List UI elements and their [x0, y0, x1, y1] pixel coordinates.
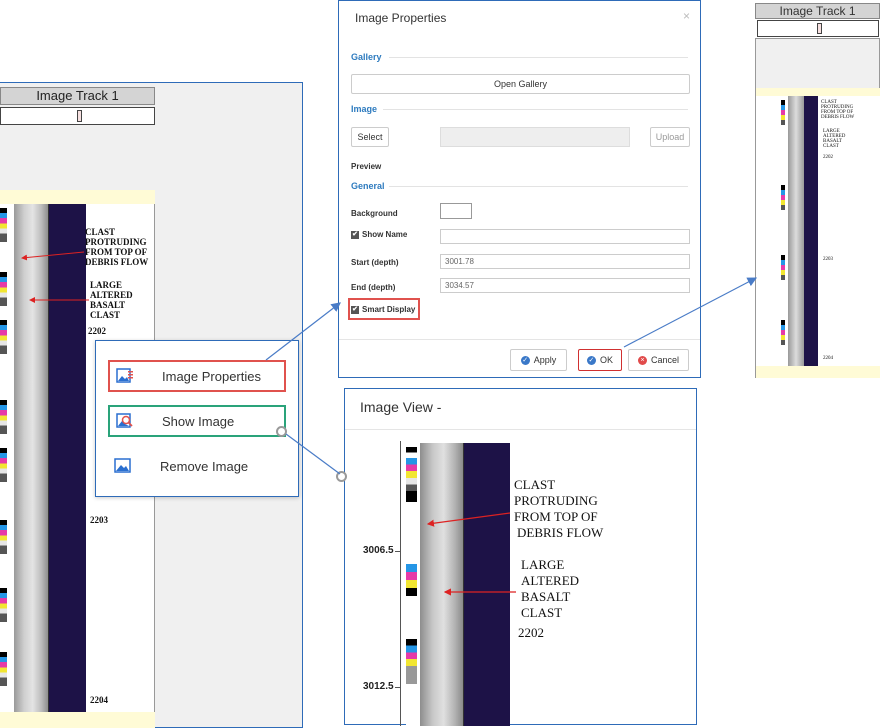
image-view-title: Image View -	[360, 399, 442, 415]
connector-dot	[276, 426, 287, 437]
start-depth-input[interactable]: 3001.78	[440, 254, 690, 269]
right-track-slider[interactable]	[757, 20, 879, 37]
menu-item-label: Image Properties	[162, 368, 261, 384]
select-button[interactable]: Select	[351, 127, 389, 147]
color-calibration-bar	[781, 185, 785, 210]
connector-dot	[336, 471, 347, 482]
menu-item-label: Show Image	[162, 413, 235, 429]
menu-item-show-image[interactable]: Show Image	[108, 405, 286, 437]
depth-tick-label: 3006.5	[363, 545, 394, 556]
track-title: Image Track 1	[0, 87, 155, 105]
core-annotation: LARGE ALTERED BASALT CLAST	[823, 129, 846, 149]
background-label: Background	[351, 209, 398, 218]
show-name-checkbox[interactable]: ✔ Show Name	[351, 230, 407, 239]
footer-divider	[339, 339, 700, 340]
depth-number: 2204	[823, 356, 833, 361]
slider-handle[interactable]	[817, 23, 822, 34]
color-calibration-bar	[0, 272, 7, 306]
right-track-title: Image Track 1	[755, 3, 880, 19]
color-calibration-bar	[0, 588, 7, 622]
check-circle-icon: ✓	[520, 355, 530, 365]
dialog-title: Image Properties	[355, 11, 447, 25]
color-calibration-bar	[781, 320, 785, 345]
core-uv-strip	[48, 204, 86, 712]
divider	[383, 109, 688, 110]
depth-number: 2202	[823, 155, 833, 160]
color-calibration-bar	[0, 320, 7, 354]
color-calibration-bar	[0, 520, 7, 554]
depth-number: 2204	[90, 695, 108, 705]
core-photo-strip	[14, 204, 48, 712]
core-photo-strip	[788, 96, 804, 366]
color-calibration-bar	[0, 652, 7, 686]
track-bottom-band	[0, 712, 155, 728]
divider	[389, 57, 688, 58]
depth-number: 2203	[90, 515, 108, 525]
divider	[345, 429, 696, 430]
context-menu: Image Properties Show Image Remove Image	[95, 340, 299, 497]
depth-number: 2203	[823, 257, 833, 262]
core-annotation: CLAST PROTRUDING FROM TOP OF DEBRIS FLOW	[821, 100, 855, 120]
open-gallery-button[interactable]: Open Gallery	[351, 74, 690, 94]
section-gallery: Gallery	[351, 52, 382, 62]
check-circle-icon: ✓	[586, 355, 596, 365]
core-uv-strip	[804, 96, 818, 366]
start-depth-label: Start (depth)	[351, 258, 399, 267]
section-general: General	[351, 181, 385, 191]
depth-number: 2202	[518, 625, 544, 640]
upload-button[interactable]: Upload	[650, 127, 690, 147]
search-image-icon	[116, 413, 133, 428]
divider	[389, 186, 688, 187]
file-name-field[interactable]	[440, 127, 630, 147]
section-image: Image	[351, 104, 378, 114]
background-color-picker[interactable]	[440, 203, 472, 219]
color-calibration-bar	[406, 639, 417, 684]
menu-item-label: Remove Image	[160, 458, 249, 474]
core-annotation: CLAST PROTRUDING FROM TOP OF DEBRIS FLOW	[85, 227, 149, 267]
depth-tick-label: 3012.5	[363, 681, 394, 692]
depth-axis	[400, 441, 401, 726]
checkbox-checked-icon[interactable]: ✔	[351, 230, 359, 239]
depth-tick	[395, 687, 401, 688]
checkbox-checked-icon[interactable]: ✔	[351, 305, 359, 314]
ok-button[interactable]: ✓ OK	[578, 349, 622, 371]
color-calibration-bar	[406, 447, 417, 502]
color-calibration-bar	[406, 564, 417, 604]
track-top-band	[0, 190, 155, 204]
color-calibration-bar	[781, 255, 785, 280]
image-properties-dialog: Image Properties × Gallery Open Gallery …	[338, 0, 701, 378]
end-depth-label: End (depth)	[351, 283, 396, 292]
image-properties-icon	[116, 368, 133, 383]
end-depth-input[interactable]: 3034.57	[440, 278, 690, 293]
color-calibration-bar	[0, 208, 7, 242]
track-top-band	[756, 88, 880, 96]
core-uv-strip	[463, 443, 510, 726]
menu-item-remove-image[interactable]: Remove Image	[108, 450, 286, 482]
show-name-field[interactable]	[440, 229, 690, 244]
apply-button[interactable]: ✓ Apply	[510, 349, 567, 371]
color-calibration-bar	[781, 100, 785, 125]
smart-display-checkbox[interactable]: ✔ Smart Display	[351, 305, 415, 314]
image-view-panel: Image View - 3006.5 3012.5 CLAST PROTRUD…	[344, 388, 697, 726]
depth-number: 2202	[88, 326, 106, 336]
color-calibration-bar	[0, 448, 7, 482]
right-image-track-area[interactable]	[756, 96, 880, 366]
image-icon	[114, 458, 131, 473]
slider-handle[interactable]	[77, 110, 82, 122]
menu-item-image-properties[interactable]: Image Properties	[108, 360, 286, 392]
core-annotation: CLAST PROTRUDING FROM TOP OF DEBRIS FLOW	[514, 477, 604, 540]
core-annotation: LARGE ALTERED BASALT CLAST	[90, 280, 133, 320]
core-photo-strip	[420, 443, 463, 726]
depth-tick	[395, 551, 401, 552]
track-bottom-band	[756, 366, 880, 378]
core-annotation: LARGE ALTERED BASALT CLAST	[521, 557, 580, 620]
close-icon[interactable]: ×	[683, 9, 690, 23]
cancel-button[interactable]: × Cancel	[628, 349, 689, 371]
track-header-slider[interactable]	[0, 107, 155, 125]
cancel-circle-icon: ×	[637, 355, 647, 365]
preview-label: Preview	[351, 162, 382, 171]
color-calibration-bar	[0, 400, 7, 434]
